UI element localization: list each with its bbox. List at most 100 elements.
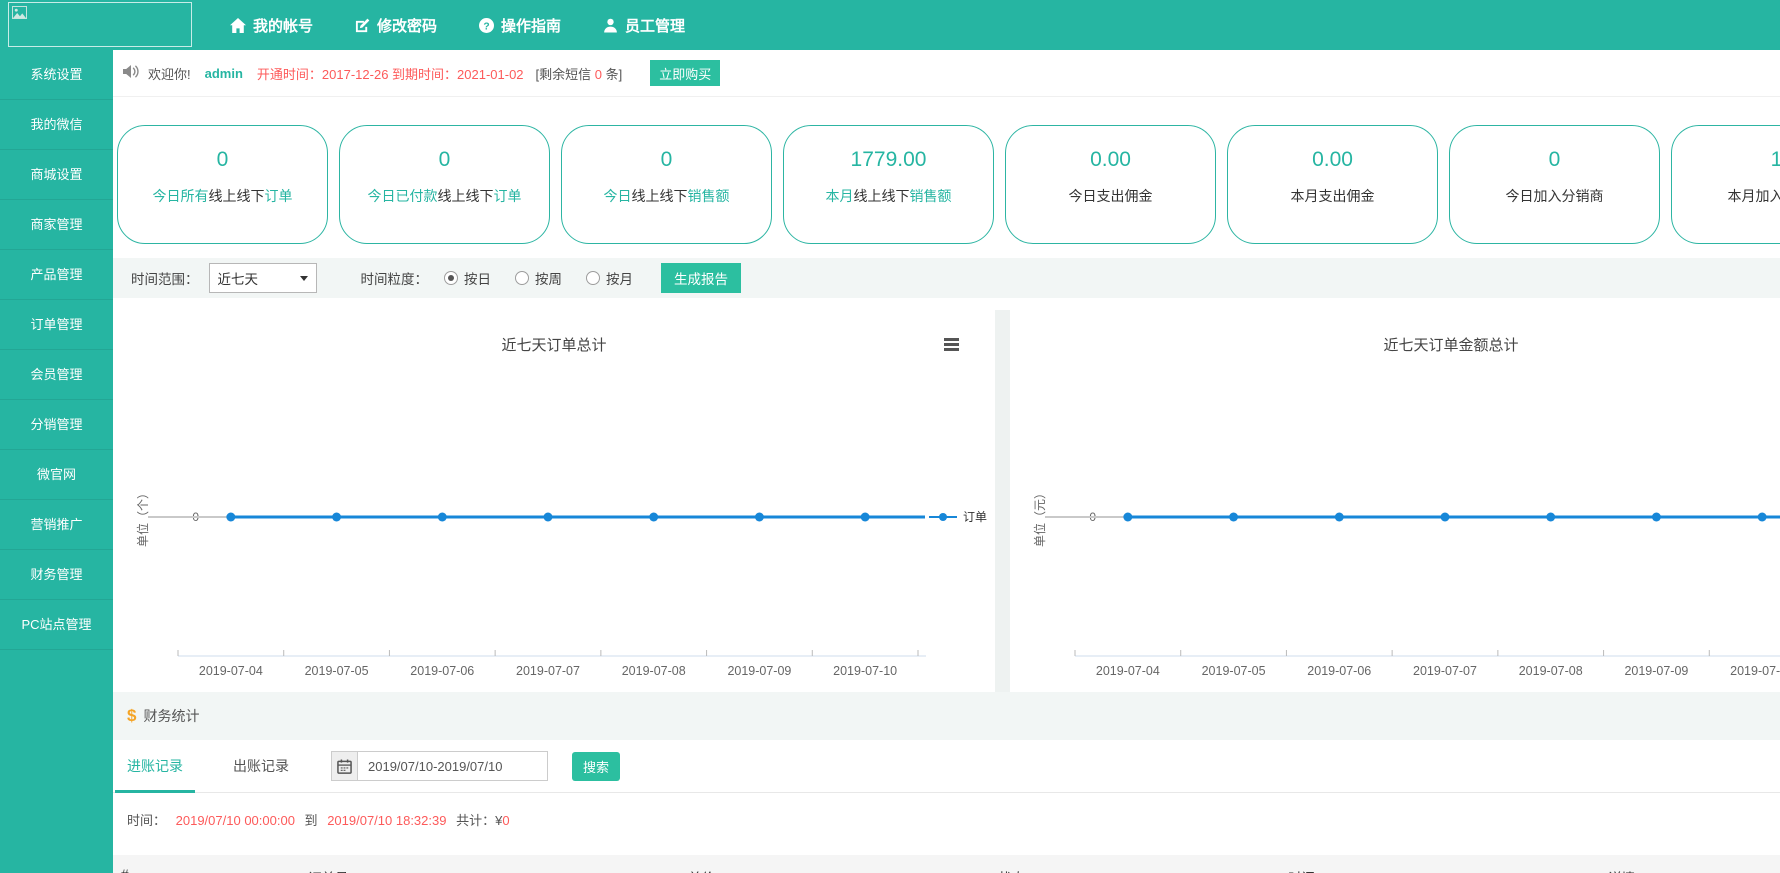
sidebar-item[interactable]: 营销推广 xyxy=(0,500,113,550)
stat-cards-row: 0 今日所有线上线下订单 0今日已付款线上线下订单 0 今日线上线下销售额 1779.00… xyxy=(113,97,1780,258)
svg-text:2019-07-07: 2019-07-07 xyxy=(516,664,580,678)
nav-item-label: 操作指南 xyxy=(501,15,561,36)
stat-label: 今日所有线上线下订单 xyxy=(118,186,327,206)
order-amount-chart-panel: 近七天订单金额总计2019-07-042019-07-052019-07-062… xyxy=(1010,310,1780,692)
svg-text:2019-07-06: 2019-07-06 xyxy=(410,664,474,678)
column-header: 订单号 xyxy=(300,867,680,873)
sms-remaining: [剩余短信 0 条] xyxy=(536,64,623,83)
radio-label: 按周 xyxy=(535,268,562,288)
stat-label: 今日支出佣金 xyxy=(1006,186,1215,206)
search-button[interactable]: 搜索 xyxy=(572,752,620,781)
dashboard-screen: 我的帐号修改密码?操作指南员工管理 系统设置我的微信商城设置商家管理产品管理订单… xyxy=(0,0,1780,873)
time-from: 2019/07/10 00:00:00 xyxy=(176,813,295,828)
nav-item-label: 我的帐号 xyxy=(253,15,313,36)
content: 欢迎你! admin 开通时间：2017-12-26 到期时间：2021-01-… xyxy=(113,50,1780,873)
svg-text:2019-07-09: 2019-07-09 xyxy=(1624,664,1688,678)
radio-option[interactable]: 按月 xyxy=(586,268,633,288)
sidebar-item[interactable]: 会员管理 xyxy=(0,350,113,400)
svg-text:单位（元）: 单位（元） xyxy=(1032,487,1047,547)
home-icon xyxy=(230,18,246,33)
svg-text:2019-07-04: 2019-07-04 xyxy=(1096,664,1160,678)
radio-option[interactable]: 按周 xyxy=(515,268,562,288)
speaker-icon xyxy=(123,64,140,82)
sidebar-item[interactable]: 微官网 xyxy=(0,450,113,500)
finance-section-header: $ 财务统计 xyxy=(113,692,1780,740)
svg-text:2019-07-09: 2019-07-09 xyxy=(727,664,791,678)
sidebar-item[interactable]: 我的微信 xyxy=(0,100,113,150)
time-summary-row: 时间： 2019/07/10 00:00:00 到 2019/07/10 18:… xyxy=(113,810,1780,829)
staff-icon xyxy=(603,18,618,33)
radio-icon[interactable] xyxy=(586,271,600,285)
edit-icon xyxy=(355,18,370,33)
radio-option[interactable]: 按日 xyxy=(444,268,491,288)
date-range-input[interactable] xyxy=(358,751,548,781)
sidebar-item[interactable]: 商家管理 xyxy=(0,200,113,250)
sidebar-item[interactable]: 商城设置 xyxy=(0,150,113,200)
stat-card: 0.00 本月支出佣金 xyxy=(1227,125,1438,244)
records-tabs-bar: 进账记录 出账记录 搜索 xyxy=(113,740,1780,793)
sidebar-item[interactable]: 订单管理 xyxy=(0,300,113,350)
svg-text:2019-07-08: 2019-07-08 xyxy=(1519,664,1583,678)
tab-income-records[interactable]: 进账记录 xyxy=(115,740,195,793)
granularity-label: 时间粒度： xyxy=(361,268,429,288)
column-header: # xyxy=(113,867,300,873)
top-navbar: 我的帐号 修改密码? 操作指南 员工管理 xyxy=(0,0,1780,50)
line-chart: 2019-07-042019-07-052019-07-062019-07-07… xyxy=(1010,314,1780,692)
nav-item-staff[interactable]: 员工管理 xyxy=(603,15,685,36)
dollar-icon: $ xyxy=(127,706,136,726)
orders-chart-panel: 近七天订单总计2019-07-042019-07-052019-07-06201… xyxy=(113,310,995,692)
time-range-label: 时间范围： xyxy=(131,268,199,288)
nav-item-edit[interactable]: 修改密码 xyxy=(355,15,437,36)
stat-value: 0 xyxy=(1450,148,1659,172)
sidebar-item[interactable]: 产品管理 xyxy=(0,250,113,300)
finance-records: 进账记录 出账记录 搜索 时间： 2019/07/10 00:00:00 到 2… xyxy=(113,740,1780,873)
stat-card: 1779.00本月线上线下销售额 xyxy=(783,125,994,244)
sidebar: 系统设置我的微信商城设置商家管理产品管理订单管理会员管理分销管理微官网营销推广财… xyxy=(0,50,113,873)
radio-label: 按日 xyxy=(464,268,491,288)
help-icon: ? xyxy=(479,18,494,33)
charts-row: 近七天订单总计2019-07-042019-07-052019-07-06201… xyxy=(113,310,1780,692)
svg-text:单位（个）: 单位（个） xyxy=(135,487,150,547)
sidebar-item[interactable]: 分销管理 xyxy=(0,400,113,450)
calendar-icon[interactable] xyxy=(331,751,358,781)
sms-count: 0 xyxy=(595,67,602,82)
main-layout: 系统设置我的微信商城设置商家管理产品管理订单管理会员管理分销管理微官网营销推广财… xyxy=(0,50,1780,873)
stat-label: 本月线上线下销售额 xyxy=(784,186,993,206)
svg-text:2019-07-10: 2019-07-10 xyxy=(1730,664,1780,678)
stat-value: 0.00 xyxy=(1228,148,1437,172)
stat-label: 本月加入分销商 xyxy=(1672,186,1780,206)
time-range-select[interactable]: 近七天 xyxy=(209,263,317,293)
stat-card: 1本月加入分销商 xyxy=(1671,125,1780,244)
stat-card: 0.00今日支出佣金 xyxy=(1005,125,1216,244)
generate-report-button[interactable]: 生成报告 xyxy=(661,263,741,293)
stat-label: 本月支出佣金 xyxy=(1228,186,1437,206)
stat-card: 0今日已付款线上线下订单 xyxy=(339,125,550,244)
column-header: 单价 xyxy=(680,867,990,873)
column-header: 详情 xyxy=(1600,867,1772,873)
time-to-word: 到 xyxy=(305,813,318,828)
column-header: 状态 xyxy=(990,867,1280,873)
radio-icon[interactable] xyxy=(444,271,458,285)
stat-value: 0 xyxy=(562,148,771,172)
total-label: 共计：¥ xyxy=(456,813,502,828)
sidebar-item[interactable]: PC站点管理 xyxy=(0,600,113,650)
tab-outgoing-records[interactable]: 出账记录 xyxy=(221,740,301,793)
stat-label: 今日线上线下销售额 xyxy=(562,186,771,206)
time-label: 时间： xyxy=(127,813,166,828)
column-header: 时间 xyxy=(1280,867,1600,873)
sidebar-item[interactable]: 财务管理 xyxy=(0,550,113,600)
svg-text:?: ? xyxy=(483,21,489,32)
stat-value: 0 xyxy=(118,148,327,172)
sidebar-item[interactable]: 系统设置 xyxy=(0,50,113,100)
radio-icon[interactable] xyxy=(515,271,529,285)
chart-legend[interactable]: 订单 xyxy=(929,510,987,524)
stat-card: 0 今日线上线下销售额 xyxy=(561,125,772,244)
nav-item-home[interactable]: 我的帐号 xyxy=(230,15,313,36)
nav-item-label: 员工管理 xyxy=(625,15,685,36)
logo-placeholder xyxy=(8,2,192,47)
buy-now-button[interactable]: 立即购买 xyxy=(650,60,720,86)
welcome-username: admin xyxy=(205,66,243,81)
stat-label: 今日加入分销商 xyxy=(1450,186,1659,206)
nav-item-help[interactable]: ? 操作指南 xyxy=(479,15,561,36)
svg-text:2019-07-08: 2019-07-08 xyxy=(622,664,686,678)
